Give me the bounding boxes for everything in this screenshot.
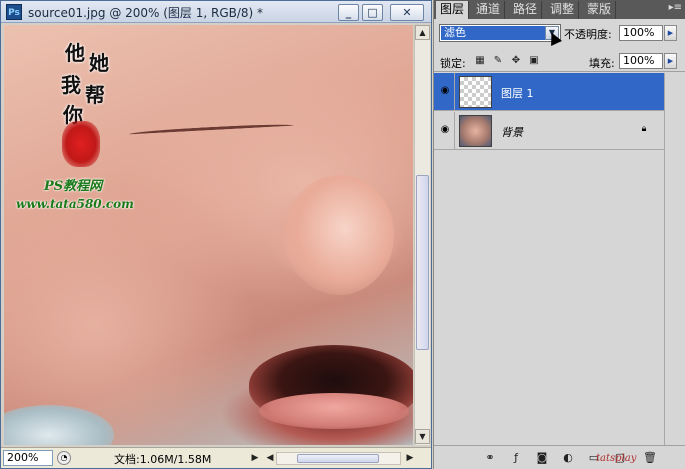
- lock-all-icon[interactable]: ▣: [528, 55, 540, 67]
- horizontal-scrollbar[interactable]: [276, 452, 401, 465]
- layer-name[interactable]: 背景: [501, 124, 523, 140]
- layers-scrollbar[interactable]: [664, 73, 684, 445]
- opacity-input[interactable]: 100%: [619, 25, 663, 41]
- link-layers-icon[interactable]: ⚭: [482, 450, 498, 466]
- photoshop-icon: Ps: [6, 4, 22, 20]
- layer-thumbnail: [459, 76, 492, 108]
- tab-channels[interactable]: 通道: [472, 1, 506, 19]
- layer-row[interactable]: ◉ 背景 🔒︎: [434, 112, 664, 150]
- lock-brush-icon[interactable]: ✎: [492, 55, 504, 67]
- blend-mode-value: 滤色: [441, 26, 545, 40]
- panel-footer: ⚭ ƒ ◙ ◐ ▭ ▢ 🗑︎ tatsplay: [434, 445, 685, 469]
- scroll-down-icon[interactable]: ▼: [415, 429, 430, 444]
- close-icon: ✕: [402, 6, 412, 19]
- adjustment-layer-icon[interactable]: ◐: [560, 450, 576, 466]
- document-window: Ps source01.jpg @ 200% (图层 1, RGB/8) * _…: [0, 0, 432, 469]
- layer-divider: [454, 73, 455, 111]
- panel-divider: [434, 71, 685, 72]
- opacity-slider-icon[interactable]: ▶: [664, 25, 677, 41]
- layer-style-icon[interactable]: ƒ: [508, 450, 524, 466]
- status-menu-icon[interactable]: ▶: [248, 450, 262, 466]
- watermark-site-name: PS教程网: [44, 179, 103, 194]
- panel-tabs: 图层 通道 路径 调整 蒙版 ▸≡: [434, 0, 685, 19]
- minimize-icon: _: [345, 6, 352, 19]
- opacity-label: 不透明度:: [564, 28, 612, 41]
- fill-slider-icon[interactable]: ▶: [664, 53, 677, 69]
- photo-cloth: [4, 405, 114, 445]
- watermark-seal: [62, 121, 100, 167]
- layer-name[interactable]: 图层 1: [501, 85, 534, 101]
- photo-nose: [284, 175, 394, 295]
- tab-layers[interactable]: 图层: [436, 1, 470, 19]
- photo-lip: [259, 393, 409, 429]
- calligraphy-char: 我: [61, 73, 81, 97]
- lock-label: 锁定:: [440, 57, 466, 70]
- scroll-up-icon[interactable]: ▲: [415, 25, 430, 40]
- calligraphy-char: 帮: [85, 83, 105, 107]
- lock-move-icon[interactable]: ✥: [510, 55, 522, 67]
- layer-thumbnail: [459, 115, 492, 147]
- lock-transparent-icon[interactable]: ▦: [474, 55, 486, 67]
- delete-layer-icon[interactable]: 🗑︎: [642, 450, 658, 466]
- lock-icon: 🔒︎: [641, 124, 647, 134]
- close-button[interactable]: ✕: [390, 4, 424, 21]
- calligraphy-char: 她: [89, 51, 109, 75]
- document-titlebar[interactable]: Ps source01.jpg @ 200% (图层 1, RGB/8) * _…: [1, 1, 431, 23]
- layer-divider: [454, 112, 455, 150]
- zoom-input[interactable]: 200%: [3, 450, 53, 466]
- calligraphy-char: 他: [65, 41, 85, 65]
- tab-paths[interactable]: 路径: [509, 1, 543, 19]
- document-size: 文档:1.06M/1.58M: [114, 453, 212, 466]
- maximize-button[interactable]: □: [362, 4, 383, 21]
- status-bar: 200% ◔ 文档:1.06M/1.58M ▶ ◀ ▶: [1, 447, 431, 468]
- fill-input[interactable]: 100%: [619, 53, 663, 69]
- footer-watermark: tatsplay: [596, 453, 637, 464]
- scroll-left-icon[interactable]: ◀: [263, 450, 277, 466]
- add-mask-icon[interactable]: ◙: [534, 450, 550, 466]
- fill-label: 填充:: [589, 57, 615, 70]
- tab-adjustments[interactable]: 调整: [546, 1, 580, 19]
- blend-mode-select[interactable]: 滤色 ▼: [439, 24, 561, 42]
- tab-masks[interactable]: 蒙版: [583, 1, 617, 19]
- eye-icon[interactable]: ◉: [438, 85, 452, 97]
- navigator-icon[interactable]: ◔: [57, 451, 71, 465]
- vertical-scrollbar[interactable]: ▲ ▼: [414, 25, 430, 445]
- watermark-url: www.tata580.com: [16, 197, 134, 211]
- layer-row[interactable]: ◉ 图层 1: [434, 73, 664, 111]
- image-canvas[interactable]: 他 她 我 帮 你 PS教程网 www.tata580.com: [4, 25, 413, 445]
- watermark-calligraphy: 他 她 我 帮 你: [59, 37, 119, 127]
- maximize-icon: □: [367, 6, 378, 19]
- scroll-right-icon[interactable]: ▶: [403, 450, 417, 466]
- document-title: source01.jpg @ 200% (图层 1, RGB/8) *: [28, 6, 264, 20]
- layers-panel: 图层 通道 路径 调整 蒙版 ▸≡ 滤色 ▼ 不透明度: 100% ▶ 锁定: …: [433, 0, 685, 469]
- layers-list: ◉ 图层 1 ◉ 背景 🔒︎: [434, 73, 664, 445]
- minimize-button[interactable]: _: [338, 4, 359, 21]
- photo-eye: [128, 122, 295, 138]
- panel-menu-icon[interactable]: ▸≡: [669, 2, 682, 13]
- eye-icon[interactable]: ◉: [438, 124, 452, 136]
- vertical-scroll-thumb[interactable]: [416, 175, 429, 350]
- horizontal-scroll-thumb[interactable]: [297, 454, 379, 463]
